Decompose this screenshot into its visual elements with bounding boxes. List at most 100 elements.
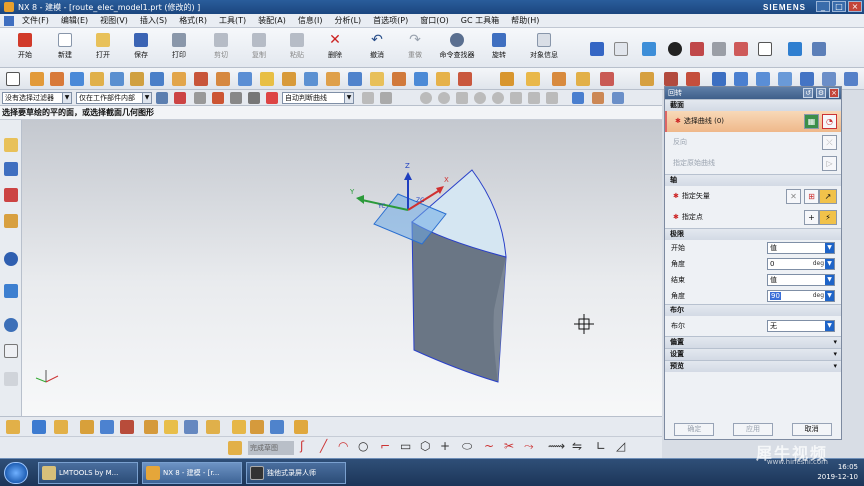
datum-csys-icon[interactable]	[686, 72, 700, 86]
transform-icon[interactable]	[54, 420, 68, 434]
point-set-icon[interactable]	[184, 420, 198, 434]
reference-set-icon[interactable]	[844, 72, 858, 86]
profile-icon[interactable]: ʃ	[300, 439, 304, 453]
section-group-header[interactable]: 截面	[665, 99, 841, 111]
harness-icon[interactable]	[294, 420, 308, 434]
arc-icon[interactable]: ◠	[338, 439, 348, 453]
finish-sketch-button[interactable]: 完成草图	[248, 441, 294, 455]
surface-icon[interactable]	[500, 72, 514, 86]
task-recorder[interactable]: 独他式录屏人师	[246, 462, 346, 484]
curve-select-icon[interactable]	[266, 92, 278, 104]
midpoint-snap-icon[interactable]	[438, 92, 450, 104]
object-info-button[interactable]: 对象信息	[524, 31, 564, 65]
end-type-select[interactable]: 值 ▼	[767, 274, 835, 286]
web-browser-icon[interactable]	[4, 252, 18, 266]
vector-dialog-button[interactable]: ⊞	[804, 189, 819, 204]
draft-icon[interactable]	[326, 72, 340, 86]
bounded-plane-icon[interactable]	[576, 72, 590, 86]
control-point-snap-icon[interactable]	[456, 92, 468, 104]
assembly-icon[interactable]	[712, 72, 726, 86]
menu-item-6[interactable]: 装配(A)	[252, 15, 292, 26]
shell-icon[interactable]	[216, 72, 230, 86]
intersection-snap-icon[interactable]	[474, 92, 486, 104]
settings-group-header[interactable]: 设置 ▾	[665, 348, 841, 360]
constraint-icon[interactable]	[756, 72, 770, 86]
cylinder-icon[interactable]	[90, 72, 104, 86]
print-button[interactable]: 打印	[162, 31, 196, 65]
cut-button[interactable]: 剪切	[204, 31, 238, 65]
edge-select-icon[interactable]	[248, 92, 260, 104]
pattern-icon[interactable]	[260, 72, 274, 86]
graphics-window[interactable]: Z X Y YC ZC	[22, 120, 662, 416]
offset-curve-icon[interactable]: ⟿	[548, 439, 565, 453]
edit-object-icon[interactable]	[32, 420, 46, 434]
rectangle-icon[interactable]: ▭	[400, 439, 411, 453]
limits-group-header[interactable]: 极限	[665, 228, 841, 240]
swept-icon[interactable]	[552, 72, 566, 86]
extrude-icon[interactable]	[30, 72, 44, 86]
menu-item-12[interactable]: 帮助(H)	[505, 15, 545, 26]
redo-button[interactable]: ↷ 重做	[398, 31, 432, 65]
circle-icon[interactable]: ○	[358, 439, 368, 453]
open-button[interactable]: 打开	[86, 31, 120, 65]
process-studio-icon[interactable]	[4, 344, 18, 358]
rotate-button[interactable]: 旋转	[482, 31, 516, 65]
background-icon[interactable]	[758, 42, 772, 56]
maximize-button[interactable]: □	[832, 1, 846, 12]
wireframe-icon[interactable]	[712, 42, 726, 56]
move-object-icon[interactable]	[788, 42, 802, 56]
show-icon[interactable]	[120, 420, 134, 434]
reuse-library-icon[interactable]	[4, 214, 18, 228]
task-lmtools[interactable]: LMTOOLS by M...	[38, 462, 138, 484]
settings-gear-icon[interactable]: ⚙	[816, 88, 826, 98]
snap-icon[interactable]	[174, 92, 186, 104]
menu-item-9[interactable]: 首选项(P)	[367, 15, 414, 26]
point-icon[interactable]: +	[440, 439, 450, 453]
curve-select-button[interactable]: ◔	[822, 114, 837, 129]
replace-face-icon[interactable]	[414, 72, 428, 86]
constraint-navigator-icon[interactable]	[4, 162, 18, 176]
patch-icon[interactable]	[392, 72, 406, 86]
menu-app-icon[interactable]	[4, 15, 14, 26]
sew-icon[interactable]	[370, 72, 384, 86]
menu-item-4[interactable]: 格式(R)	[173, 15, 213, 26]
chamfer-icon[interactable]	[172, 72, 186, 86]
end-angle-input[interactable]: 90 deg ▼	[767, 290, 835, 302]
finish-sketch-icon[interactable]	[228, 441, 242, 455]
edge-blend-icon[interactable]	[150, 72, 164, 86]
menu-item-0[interactable]: 文件(F)	[16, 15, 55, 26]
offset-face-icon[interactable]	[304, 72, 318, 86]
endpoint-snap-icon[interactable]	[420, 92, 432, 104]
axis-group-header[interactable]: 轴	[665, 174, 841, 186]
chamfer-curve-icon[interactable]: ◿	[616, 439, 625, 453]
mirror-curve-icon[interactable]: ⇋	[572, 439, 582, 453]
sketch-icon[interactable]	[6, 72, 20, 86]
start-type-select[interactable]: 值 ▼	[767, 242, 835, 254]
center-snap-icon[interactable]	[492, 92, 504, 104]
sequence-icon[interactable]	[800, 72, 814, 86]
body-select-icon[interactable]	[212, 92, 224, 104]
paste-button[interactable]: 粘贴	[280, 31, 314, 65]
component-icon[interactable]	[734, 72, 748, 86]
trim-icon[interactable]: ✂	[504, 439, 514, 453]
face-select-icon[interactable]	[230, 92, 242, 104]
part-navigator-icon[interactable]	[4, 188, 18, 202]
wcs-icon[interactable]	[614, 42, 628, 56]
vector-row[interactable]: ✱ 指定矢量 ✕ ⊞ ↗	[665, 186, 841, 207]
pan-icon[interactable]	[612, 92, 624, 104]
view-orient-icon[interactable]	[590, 42, 604, 56]
point-on-curve-snap-icon[interactable]	[546, 92, 558, 104]
block-icon[interactable]	[70, 72, 84, 86]
explode-icon[interactable]	[778, 72, 792, 86]
route-icon[interactable]	[270, 420, 284, 434]
start-orb-icon[interactable]	[4, 462, 28, 484]
history-icon[interactable]	[4, 284, 18, 298]
measure-icon[interactable]	[600, 72, 614, 86]
subtract-icon[interactable]	[130, 72, 144, 86]
scope-select[interactable]: 仅在工作部件内部 ▼	[76, 92, 152, 104]
thicken-icon[interactable]	[348, 72, 362, 86]
split-body-icon[interactable]	[436, 72, 450, 86]
ellipse-icon[interactable]: ⬭	[462, 439, 472, 454]
wave-icon[interactable]	[822, 72, 836, 86]
layer-icon[interactable]	[812, 42, 826, 56]
